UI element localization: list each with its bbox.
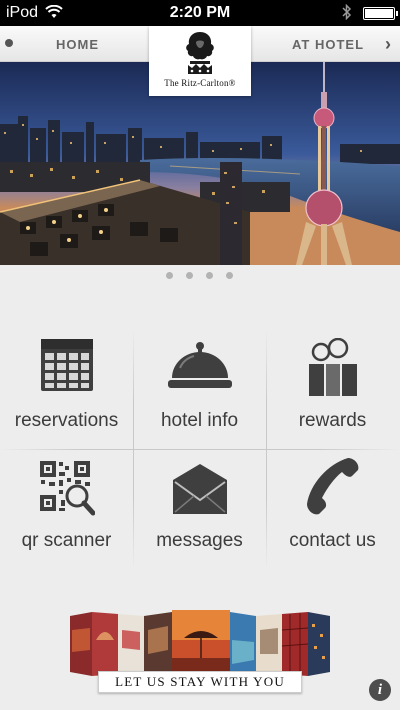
pager-dot[interactable] — [226, 272, 233, 279]
calendar-icon — [40, 339, 93, 391]
bluetooth-icon — [342, 3, 352, 25]
envelope-icon — [172, 464, 227, 514]
page-dot-icon — [5, 39, 13, 47]
tagline-label: LET US STAY WITH YOU — [98, 671, 302, 693]
lion-crown-emblem-icon — [186, 32, 214, 74]
hotel-info-button[interactable]: hotel info — [133, 330, 266, 450]
contact-us-label: contact us — [289, 530, 376, 551]
logo-wordmark: The Ritz-Carlton® — [164, 78, 236, 88]
pager-dot[interactable] — [186, 272, 193, 279]
ritz-carlton-logo[interactable]: The Ritz-Carlton® — [149, 26, 251, 96]
pager-dot[interactable] — [206, 272, 213, 279]
reservations-label: reservations — [14, 410, 119, 431]
qr-scanner-button[interactable]: qr scanner — [0, 450, 133, 570]
rewards-button[interactable]: rewards — [266, 330, 399, 450]
carousel-pager — [0, 272, 400, 284]
nav-home-link[interactable]: HOME — [56, 37, 99, 52]
rewards-gift-icon — [308, 338, 357, 396]
qr-code-magnifier-icon — [39, 461, 95, 516]
service-bell-icon — [167, 342, 232, 388]
clock: 2:20 PM — [169, 4, 231, 21]
hotel-info-label: hotel info — [160, 410, 239, 431]
battery-icon — [363, 7, 398, 20]
messages-button[interactable]: messages — [133, 450, 266, 570]
messages-label: messages — [156, 530, 243, 551]
reservations-button[interactable]: reservations — [0, 330, 133, 450]
rewards-label: rewards — [298, 410, 367, 431]
nav-at-hotel-link[interactable]: AT HOTEL — [292, 37, 364, 52]
chevron-right-icon[interactable]: › — [385, 34, 391, 55]
main-menu-grid: reservations hotel info rewards qr scann… — [0, 330, 400, 570]
status-bar: iPod 2:20 PM — [0, 0, 400, 26]
info-icon[interactable]: i — [369, 679, 391, 701]
promo-photo-strip[interactable] — [68, 610, 332, 680]
pager-dot[interactable] — [166, 272, 173, 279]
qr-scanner-label: qr scanner — [21, 530, 112, 551]
contact-us-button[interactable]: contact us — [266, 450, 399, 570]
phone-handset-icon — [306, 458, 358, 515]
